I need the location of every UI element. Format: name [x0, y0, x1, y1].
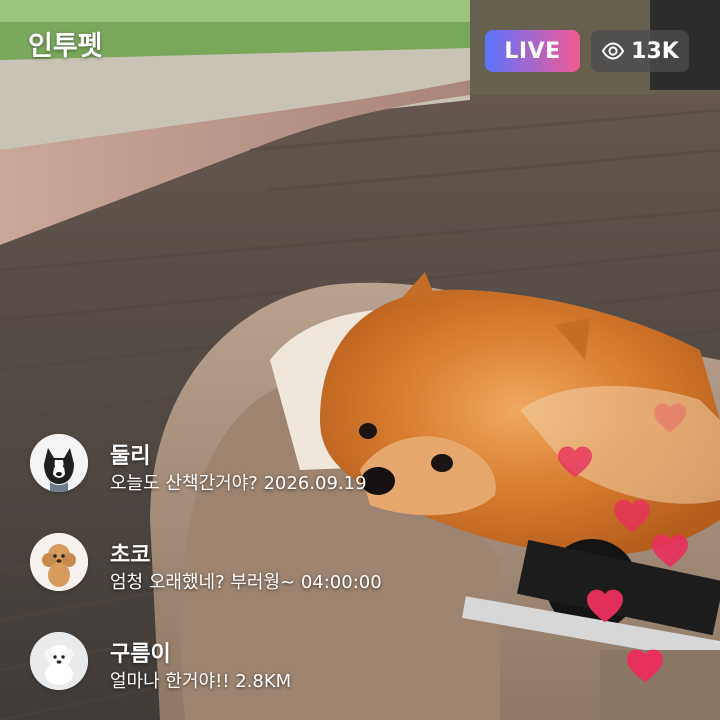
heart-icon	[614, 499, 650, 533]
avatar[interactable]	[30, 632, 88, 690]
stream-header: 인투펫 LIVE 13K	[0, 0, 720, 80]
dog-white-icon	[30, 632, 88, 690]
comment-author: 초코	[110, 543, 151, 568]
avatar[interactable]	[30, 434, 88, 492]
viewer-count-pill: 13K	[591, 30, 689, 72]
live-stream-screen: 인투펫 LIVE 13K 둘리 오늘도 산책간거야? 2026.09.19 초코…	[0, 0, 720, 720]
heart-icon	[654, 403, 686, 433]
eye-icon	[601, 39, 625, 63]
chat-comment: 구름이 얼마나 한거야!! 2.8KM	[30, 632, 450, 694]
comment-text: 오늘도 산책간거야? 2026.09.19	[110, 473, 367, 494]
heart-icon	[652, 534, 688, 568]
heart-icon	[627, 649, 663, 683]
heart-icon	[587, 589, 623, 623]
viewer-count: 13K	[631, 38, 679, 64]
comment-text: 얼마나 한거야!! 2.8KM	[110, 671, 292, 692]
chat-comment: 둘리 오늘도 산책간거야? 2026.09.19	[30, 434, 450, 496]
heart-icon	[558, 446, 592, 478]
dog-poodle-icon	[30, 533, 88, 591]
comment-author: 둘리	[110, 444, 151, 469]
comment-text: 엄청 오래했네? 부러웡~ 04:00:00	[110, 572, 382, 593]
comment-author: 구름이	[110, 642, 171, 667]
dog-black-white-icon	[30, 434, 88, 492]
live-badge: LIVE	[485, 30, 580, 72]
avatar[interactable]	[30, 533, 88, 591]
app-logo: 인투펫	[28, 31, 103, 62]
chat-comment: 초코 엄청 오래했네? 부러웡~ 04:00:00	[30, 533, 450, 595]
